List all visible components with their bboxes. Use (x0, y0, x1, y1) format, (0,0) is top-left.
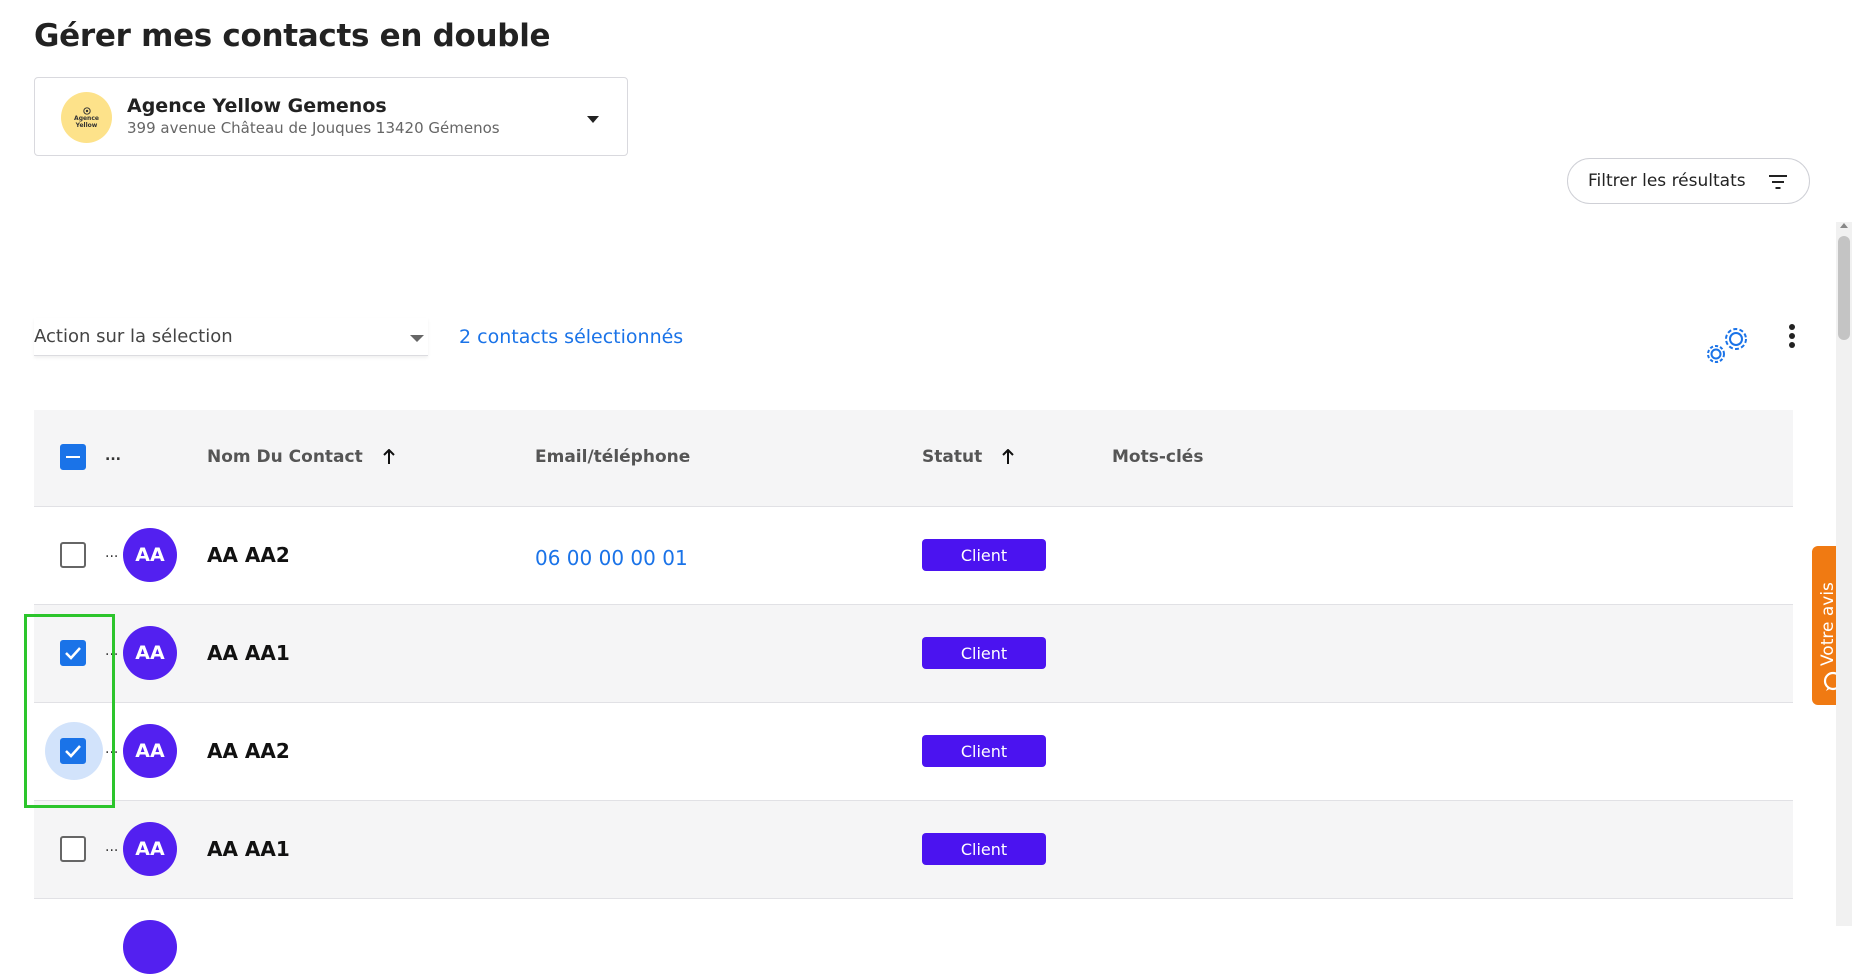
agency-logo-line2: Yellow (75, 121, 98, 129)
column-header-status-label: Statut (922, 447, 983, 467)
row-menu-dots[interactable]: ... (105, 839, 118, 855)
status-badge: Client (922, 833, 1046, 865)
more-vertical-icon[interactable] (1784, 322, 1800, 352)
feedback-label: Votre avis (1818, 582, 1838, 666)
column-header-keywords[interactable]: Mots-clés (1112, 447, 1203, 467)
scroll-up-arrow-icon[interactable] (1840, 223, 1848, 228)
contact-name[interactable]: AA AA2 (207, 543, 290, 567)
column-header-name-label: Nom Du Contact (207, 447, 363, 467)
contact-name[interactable]: AA AA1 (207, 837, 290, 861)
table-row-partial[interactable] (34, 899, 1793, 974)
avatar (123, 920, 177, 974)
table-row[interactable]: ... AA AA AA1 Client (34, 801, 1793, 899)
table-row[interactable]: ... AA AA AA2 06 00 00 00 01 Client (34, 507, 1793, 605)
contact-phone[interactable]: 06 00 00 00 01 (535, 546, 688, 570)
table-row[interactable]: ... AA AA AA1 Client (34, 605, 1793, 703)
header-menu-dots: ... (105, 448, 121, 464)
sort-ascending-icon (1002, 449, 1014, 464)
agency-name: Agence Yellow Gemenos (127, 95, 387, 117)
status-badge: Client (922, 735, 1046, 767)
selection-action-label: Action sur la sélection (34, 326, 233, 347)
selection-action-select[interactable]: Action sur la sélection (34, 318, 428, 356)
contacts-table: ... Nom Du Contact Email/téléphone Statu… (34, 410, 1793, 974)
gears-icon[interactable] (1702, 325, 1752, 367)
row-checkbox[interactable] (60, 836, 86, 862)
agency-logo: Agence Yellow (61, 92, 112, 143)
table-row[interactable]: ... AA AA AA2 Client (34, 703, 1793, 801)
column-header-contact-label: Email/téléphone (535, 447, 691, 467)
row-checkbox[interactable] (60, 542, 86, 568)
page-title: Gérer mes contacts en double (34, 18, 551, 54)
agency-logo-line1: Agence (74, 114, 99, 122)
agency-selector[interactable]: Agence Yellow Agence Yellow Gemenos 399 … (34, 77, 628, 156)
indeterminate-icon (66, 456, 80, 458)
agency-logo-icon (82, 106, 91, 115)
select-all-checkbox[interactable] (60, 444, 86, 470)
contact-name[interactable]: AA AA2 (207, 739, 290, 763)
filter-icon (1769, 175, 1787, 189)
avatar: AA (123, 528, 177, 582)
sort-ascending-icon (382, 449, 395, 464)
column-header-name[interactable]: Nom Du Contact (207, 447, 395, 467)
avatar: AA (123, 822, 177, 876)
avatar: AA (123, 626, 177, 680)
table-header: ... Nom Du Contact Email/téléphone Statu… (34, 410, 1793, 507)
filter-results-label: Filtrer les résultats (1588, 171, 1746, 191)
contact-name[interactable]: AA AA1 (207, 641, 290, 665)
column-header-status[interactable]: Statut (922, 447, 1014, 467)
selection-highlight-box (24, 614, 115, 808)
row-menu-dots[interactable]: ... (105, 545, 118, 561)
selection-count[interactable]: 2 contacts sélectionnés (459, 326, 683, 348)
column-header-keywords-label: Mots-clés (1112, 447, 1204, 467)
status-badge: Client (922, 637, 1046, 669)
chevron-down-icon (410, 335, 424, 342)
column-header-contact[interactable]: Email/téléphone (535, 447, 690, 467)
filter-results-button[interactable]: Filtrer les résultats (1567, 158, 1810, 204)
chevron-down-icon[interactable] (587, 116, 599, 123)
avatar: AA (123, 724, 177, 778)
scrollbar-thumb[interactable] (1838, 236, 1850, 340)
status-badge: Client (922, 539, 1046, 571)
agency-address: 399 avenue Château de Jouques 13420 Géme… (127, 119, 500, 137)
